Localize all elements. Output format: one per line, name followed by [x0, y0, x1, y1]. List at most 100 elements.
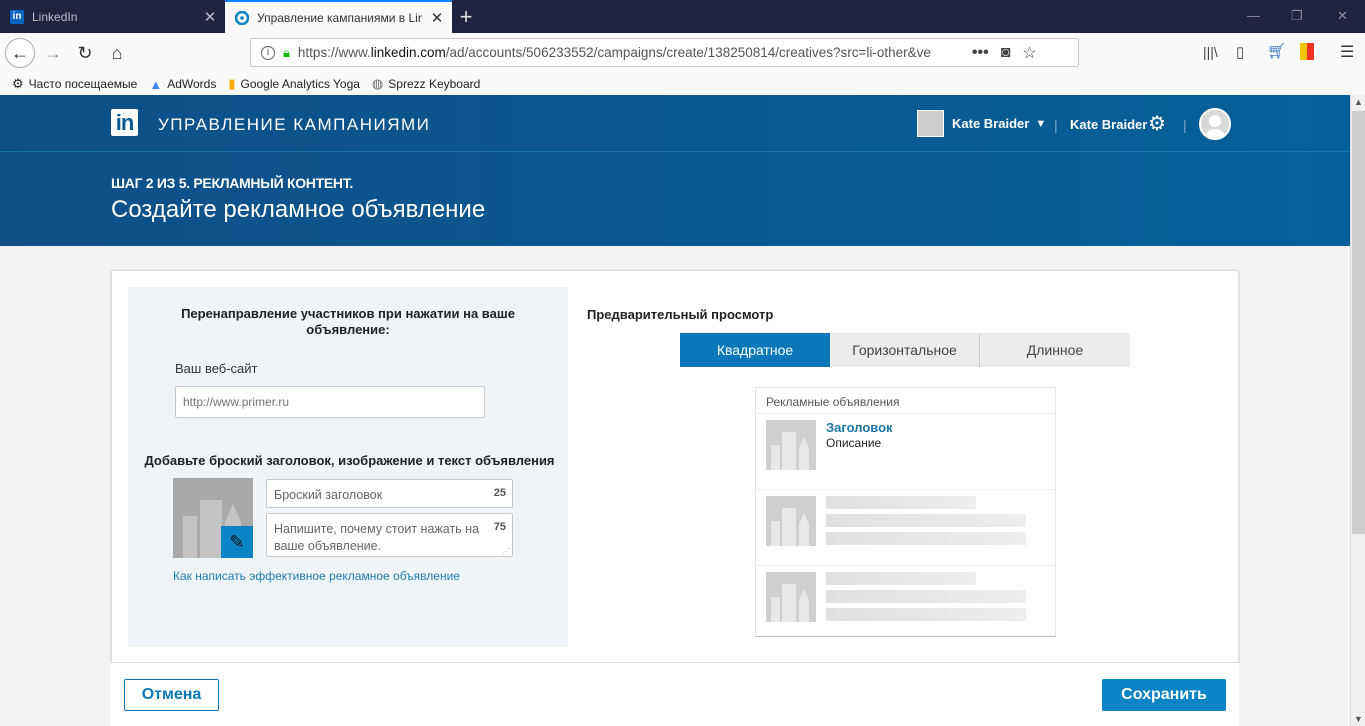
forward-button[interactable]: →	[38, 38, 68, 68]
browser-tab-linkedin[interactable]: in LinkedIn ✕	[0, 0, 225, 33]
save-button[interactable]: Сохранить	[1102, 679, 1226, 711]
browser-tab-campaign-manager[interactable]: Управление кампаниями в LinkedIn ✕	[225, 0, 452, 33]
building-placeholder-icon	[766, 420, 816, 470]
library-icon[interactable]: |||\	[1203, 44, 1218, 60]
page-title: Создайте рекламное объявление	[111, 196, 486, 223]
url-text[interactable]: https://www.linkedin.com/ad/accounts/506…	[298, 45, 958, 60]
linkedin-icon: in	[10, 9, 24, 24]
more-actions-icon[interactable]: •••	[972, 44, 989, 62]
bookmark-most-visited[interactable]: ⚙ Часто посещаемые	[12, 76, 137, 92]
adwords-icon: ▲	[149, 76, 163, 92]
creative-form-panel: Перенаправление участников при нажатии н…	[128, 287, 568, 647]
navigation-bar: ← → ↻ ⌂ i 🔒︎ https://www.linkedin.com/ad…	[0, 33, 1365, 73]
preview-ad-item: Заголовок Описание	[756, 414, 1055, 490]
cancel-button[interactable]: Отмена	[124, 679, 219, 711]
page-scrollbar[interactable]: ▲ ▼	[1350, 95, 1365, 726]
close-tab-icon[interactable]: ✕	[195, 8, 225, 26]
bookmark-sprezz[interactable]: ◍ Sprezz Keyboard	[372, 76, 480, 92]
lock-icon: 🔒︎	[283, 44, 290, 60]
preview-format-tabs: Квадратное Горизонтальное Длинное	[680, 333, 1130, 367]
bookmark-adwords[interactable]: ▲ AdWords	[149, 77, 216, 92]
scroll-down-icon[interactable]: ▼	[1351, 714, 1365, 724]
home-button[interactable]: ⌂	[102, 38, 132, 68]
new-tab-button[interactable]: +	[455, 4, 477, 30]
tab-square[interactable]: Квадратное	[680, 333, 830, 367]
close-window-icon[interactable]: ✕	[1337, 8, 1348, 24]
tab-horizontal[interactable]: Горизонтальное	[830, 333, 980, 367]
preview-ad-title: Заголовок	[826, 420, 893, 435]
tab-title: Управление кампаниями в LinkedIn	[257, 10, 422, 25]
description-char-count: 75	[493, 521, 506, 533]
scrollbar-thumb[interactable]	[1352, 111, 1365, 534]
pencil-icon: ✎	[229, 531, 245, 552]
headline-char-count: 25	[493, 487, 506, 499]
tab-long[interactable]: Длинное	[980, 333, 1130, 367]
preview-heading: Предварительный просмотр	[587, 307, 774, 322]
bookmark-analytics[interactable]: ▮ Google Analytics Yoga	[228, 76, 360, 92]
arrow-right-icon: →	[44, 42, 62, 63]
help-link[interactable]: Как написать эффективное рекламное объяв…	[173, 569, 460, 583]
ad-image-upload[interactable]: ✎	[173, 478, 253, 558]
user-name[interactable]: Kate Braider	[1070, 117, 1147, 132]
bookmark-star-icon[interactable]: ☆	[1022, 43, 1036, 63]
creative-heading: Добавьте броский заголовок, изображение …	[144, 453, 555, 468]
home-icon: ⌂	[111, 42, 123, 63]
footer-bar	[111, 663, 1239, 726]
cart-icon[interactable]: 🛒︎	[1267, 42, 1286, 60]
preview-skeleton-item	[756, 490, 1055, 566]
building-placeholder-icon	[766, 496, 816, 546]
skeleton-line	[826, 608, 1026, 621]
address-bar[interactable]: i 🔒︎ https://www.linkedin.com/ad/account…	[250, 38, 1079, 67]
divider: |	[1183, 117, 1187, 133]
back-button[interactable]: ←	[5, 38, 35, 68]
top-bar: in УПРАВЛЕНИЕ КАМПАНИЯМИ Kate Braider ▼ …	[0, 95, 1350, 152]
reload-button[interactable]: ↻	[70, 38, 100, 68]
campaign-manager-header: in УПРАВЛЕНИЕ КАМПАНИЯМИ Kate Braider ▼ …	[0, 95, 1350, 246]
creative-card: Перенаправление участников при нажатии н…	[111, 270, 1239, 663]
company-icon	[917, 110, 944, 137]
gear-icon[interactable]: ⚙	[1148, 111, 1166, 136]
divider: |	[1054, 117, 1058, 133]
reload-icon: ↻	[77, 42, 93, 63]
account-switcher[interactable]: Kate Braider ▼	[917, 110, 1046, 137]
ad-preview-box: Рекламные объявления Заголовок Описание	[755, 387, 1056, 637]
menu-icon[interactable]: ☰	[1340, 42, 1354, 62]
website-label: Ваш веб-сайт	[175, 361, 258, 376]
app-title: УПРАВЛЕНИЕ КАМПАНИЯМИ	[158, 115, 431, 134]
extension-flag-icon[interactable]	[1300, 43, 1314, 60]
linkedin-logo-icon[interactable]: in	[111, 109, 138, 136]
headline-input[interactable]: Броский заголовок 25	[266, 479, 513, 508]
restore-icon[interactable]: ❐	[1291, 8, 1303, 24]
analytics-icon: ▮	[228, 76, 236, 91]
skeleton-line	[826, 514, 1026, 527]
globe-icon: ◍	[371, 76, 384, 91]
caret-down-icon: ▼	[1035, 117, 1047, 130]
browser-tab-bar: in LinkedIn ✕ Управление кампаниями в Li…	[0, 0, 1365, 33]
pocket-icon[interactable]: ◙	[1001, 44, 1011, 62]
skeleton-line	[826, 572, 976, 585]
sidebar-icon[interactable]: ▯	[1236, 43, 1244, 61]
preview-box-header: Рекламные объявления	[756, 388, 1055, 414]
website-input[interactable]	[175, 386, 485, 418]
tab-title: LinkedIn	[32, 9, 78, 24]
minimize-icon[interactable]: —	[1247, 8, 1260, 23]
bookmarks-bar: ⚙ Часто посещаемые ▲ AdWords ▮ Google Analy…	[0, 73, 1365, 95]
avatar[interactable]	[1199, 108, 1231, 140]
info-icon[interactable]: i	[261, 45, 275, 60]
scroll-up-icon[interactable]: ▲	[1351, 97, 1365, 107]
close-tab-icon[interactable]: ✕	[422, 9, 452, 27]
redirect-heading: Перенаправление участников при нажатии н…	[181, 306, 515, 337]
edit-image-button[interactable]: ✎	[221, 526, 253, 558]
preview-ad-description: Описание	[826, 436, 882, 450]
skeleton-line	[826, 532, 1026, 545]
description-textarea[interactable]: Напишите, почему стоит нажать на ваше об…	[266, 513, 513, 557]
resize-handle-icon[interactable]: ⋰	[502, 547, 510, 556]
campaign-manager-icon	[235, 10, 249, 25]
building-placeholder-icon	[766, 572, 816, 622]
preview-skeleton-item	[756, 566, 1055, 642]
step-indicator: ШАГ 2 ИЗ 5. РЕКЛАМНЫЙ КОНТЕНТ.	[111, 175, 353, 191]
gear-icon: ⚙	[12, 76, 24, 91]
skeleton-line	[826, 590, 1026, 603]
skeleton-line	[826, 496, 976, 509]
arrow-left-icon: ←	[11, 42, 29, 63]
